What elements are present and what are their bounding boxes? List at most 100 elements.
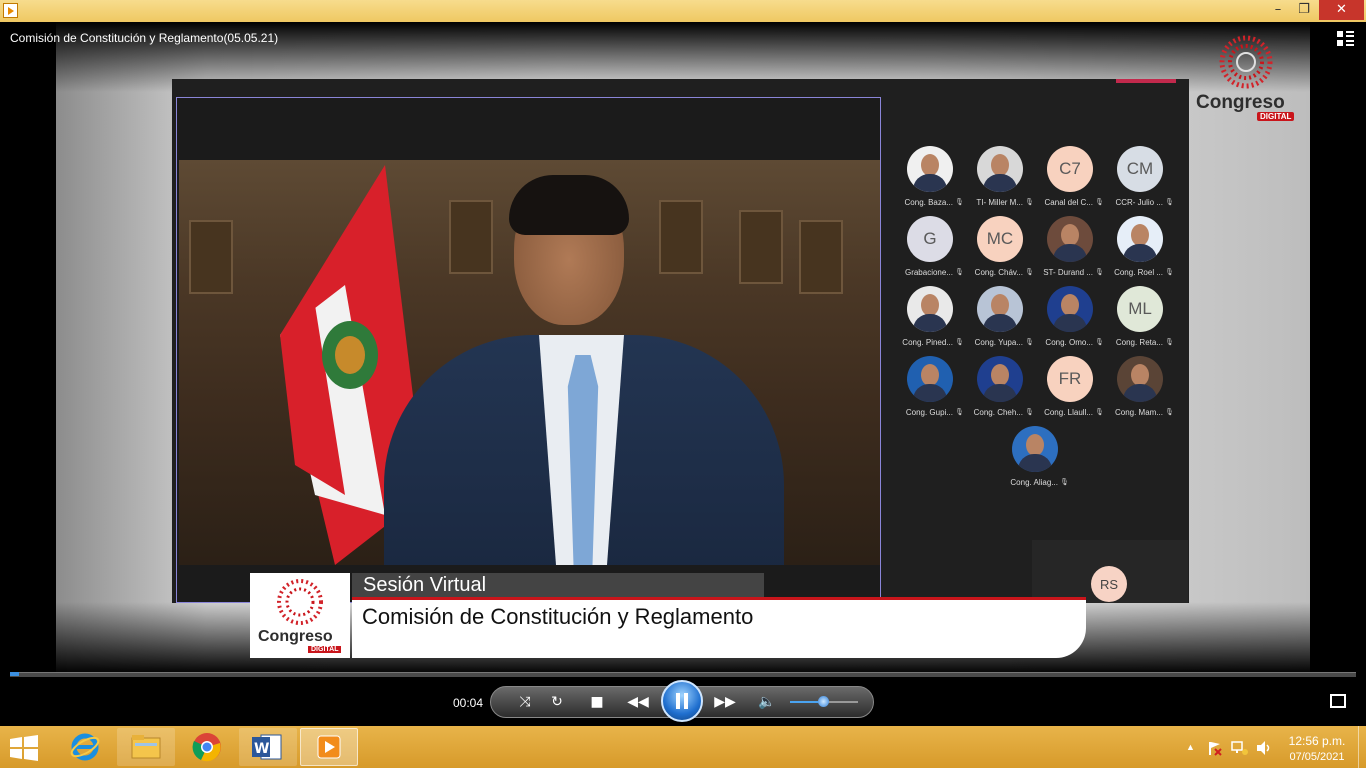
participant-tile[interactable]: MC Cong. Cháv... 🎙 bbox=[965, 216, 1035, 286]
participant-tile[interactable]: C7 Canal del C... 🎙 bbox=[1035, 146, 1105, 216]
participant-tile[interactable]: Cong. Mam... 🎙 bbox=[1105, 356, 1175, 426]
participant-photo bbox=[1061, 224, 1079, 246]
participant-tile[interactable]: CM CCR- Julio ... 🎙 bbox=[1105, 146, 1175, 216]
mic-muted-icon: 🎙 bbox=[1025, 409, 1034, 416]
participant-photo bbox=[1131, 364, 1149, 386]
participant-photo bbox=[991, 294, 1009, 316]
congreso-digital-logo: Congreso DIGITAL bbox=[1192, 34, 1302, 126]
participant-photo-body bbox=[1053, 314, 1087, 332]
mic-muted-icon: 🎙 bbox=[1165, 269, 1174, 276]
mic-muted-icon: 🎙 bbox=[955, 199, 964, 206]
participant-photo-body bbox=[983, 384, 1017, 402]
mic-muted-icon: 🎙 bbox=[955, 269, 964, 276]
participant-photo-body bbox=[913, 314, 947, 332]
participant-name: Cong. Llaull... bbox=[1044, 408, 1093, 417]
taskbar-chrome[interactable] bbox=[178, 728, 236, 766]
participant-photo-body bbox=[983, 314, 1017, 332]
wood-panel bbox=[739, 210, 783, 284]
pause-bar-left bbox=[676, 693, 680, 709]
seek-progress bbox=[10, 672, 19, 676]
congreso-logo-text: Congreso bbox=[1196, 92, 1285, 113]
volume-icon[interactable]: 🔈 bbox=[756, 690, 778, 714]
taskbar-word[interactable]: W bbox=[239, 728, 297, 766]
clock-date[interactable]: 07/05/2021 bbox=[1283, 751, 1351, 763]
participant-name: Cong. Yupa... bbox=[974, 338, 1023, 347]
participant-tile[interactable]: Cong. Gupi... 🎙 bbox=[895, 356, 965, 426]
seek-bar[interactable] bbox=[10, 672, 1356, 677]
mic-muted-icon: 🎙 bbox=[1095, 269, 1104, 276]
maximize-button[interactable]: ❐ bbox=[1290, 0, 1318, 20]
participant-avatar: MC bbox=[977, 216, 1023, 262]
svg-text:W: W bbox=[254, 741, 269, 757]
participant-photo bbox=[1026, 434, 1044, 456]
elapsed-time: 00:04 bbox=[453, 696, 484, 710]
participant-tile[interactable]: FR Cong. Llaull... 🎙 bbox=[1035, 356, 1105, 426]
shuffle-icon[interactable]: ⤨ bbox=[514, 690, 536, 714]
speaker-scene bbox=[179, 160, 880, 565]
show-desktop-button[interactable] bbox=[1358, 726, 1366, 768]
participant-avatar: CM bbox=[1117, 146, 1163, 192]
participant-tile[interactable]: Cong. Cheh... 🎙 bbox=[965, 356, 1035, 426]
participant-photo bbox=[991, 154, 1009, 176]
meeting-toolbar-accent bbox=[1116, 79, 1176, 83]
participant-tile[interactable]: Cong. Yupa... 🎙 bbox=[965, 286, 1035, 356]
participant-photo-body bbox=[1123, 384, 1157, 402]
participant-tile[interactable]: ST- Durand ... 🎙 bbox=[1035, 216, 1105, 286]
media-player-app-icon[interactable] bbox=[3, 3, 18, 18]
participant-photo-body bbox=[1123, 244, 1157, 262]
window-title-bar: – ❐ ✕ bbox=[0, 0, 1366, 22]
close-button[interactable]: ✕ bbox=[1319, 0, 1364, 20]
taskbar-media-player[interactable] bbox=[300, 728, 358, 766]
participant-photo bbox=[991, 364, 1009, 386]
mic-muted-icon: 🎙 bbox=[1095, 409, 1104, 416]
taskbar-internet-explorer[interactable] bbox=[56, 728, 114, 766]
show-hidden-icons[interactable]: ▲ bbox=[1186, 742, 1195, 752]
participant-name: Cong. Omo... bbox=[1045, 338, 1093, 347]
participant-tile[interactable]: G Grabacione... 🎙 bbox=[895, 216, 965, 286]
participant-tile[interactable]: ML Cong. Reta... 🎙 bbox=[1105, 286, 1175, 356]
mic-muted-icon: 🎙 bbox=[1165, 409, 1174, 416]
mic-muted-icon: 🎙 bbox=[1095, 199, 1104, 206]
participant-tile[interactable]: TI- Miller M... 🎙 bbox=[965, 146, 1035, 216]
pause-button[interactable] bbox=[661, 680, 703, 722]
participant-tile[interactable]: Cong. Omo... 🎙 bbox=[1035, 286, 1105, 356]
mic-muted-icon: 🎙 bbox=[1165, 199, 1174, 206]
participant-avatar: ML bbox=[1117, 286, 1163, 332]
participant-avatar bbox=[1047, 216, 1093, 262]
participant-tile[interactable]: Cong. Pined... 🎙 bbox=[895, 286, 965, 356]
switch-to-library-icon[interactable] bbox=[1330, 694, 1346, 708]
speaker-volume-icon[interactable] bbox=[1256, 740, 1272, 756]
action-center-flag-icon[interactable] bbox=[1207, 740, 1223, 756]
volume-knob[interactable] bbox=[818, 696, 829, 707]
network-icon[interactable] bbox=[1231, 740, 1249, 756]
active-speaker-video[interactable] bbox=[176, 97, 881, 603]
participant-photo bbox=[921, 154, 939, 176]
participant-tile[interactable]: Cong. Baza... 🎙 bbox=[895, 146, 965, 216]
media-title: Comisión de Constitución y Reglamento(05… bbox=[10, 31, 279, 45]
wood-panel bbox=[799, 220, 843, 294]
internet-explorer-icon bbox=[70, 733, 100, 761]
repeat-icon[interactable]: ↻ bbox=[546, 690, 568, 714]
participant-tile[interactable]: Cong. Roel ... 🎙 bbox=[1105, 216, 1175, 286]
start-windows-icon[interactable] bbox=[10, 735, 38, 761]
rewind-button[interactable]: ◀◀ bbox=[616, 690, 660, 714]
mic-muted-icon: 🎙 bbox=[1025, 199, 1034, 206]
stop-button[interactable]: ■ bbox=[586, 690, 608, 714]
taskbar-file-explorer[interactable] bbox=[117, 728, 175, 766]
commission-name: Comisión de Constitución y Reglamento bbox=[362, 604, 754, 629]
participant-photo-body bbox=[1053, 244, 1087, 262]
mic-muted-icon: 🎙 bbox=[1165, 339, 1174, 346]
participant-tile[interactable]: Cong. Aliag... 🎙 bbox=[1000, 426, 1070, 496]
participant-photo bbox=[921, 294, 939, 316]
participant-name: Cong. Reta... bbox=[1115, 338, 1163, 347]
participant-avatar bbox=[907, 356, 953, 402]
participant-name: ST- Durand ... bbox=[1043, 268, 1093, 277]
participant-name: Cong. Cháv... bbox=[974, 268, 1023, 277]
participant-avatar bbox=[977, 146, 1023, 192]
minimize-button[interactable]: – bbox=[1264, 0, 1292, 20]
clock-time[interactable]: 12:56 p.m. bbox=[1283, 734, 1351, 748]
participant-avatar: FR bbox=[1047, 356, 1093, 402]
fast-forward-button[interactable]: ▶▶ bbox=[704, 690, 746, 714]
view-mode-icon[interactable] bbox=[1336, 30, 1356, 48]
word-icon: W bbox=[252, 734, 282, 760]
